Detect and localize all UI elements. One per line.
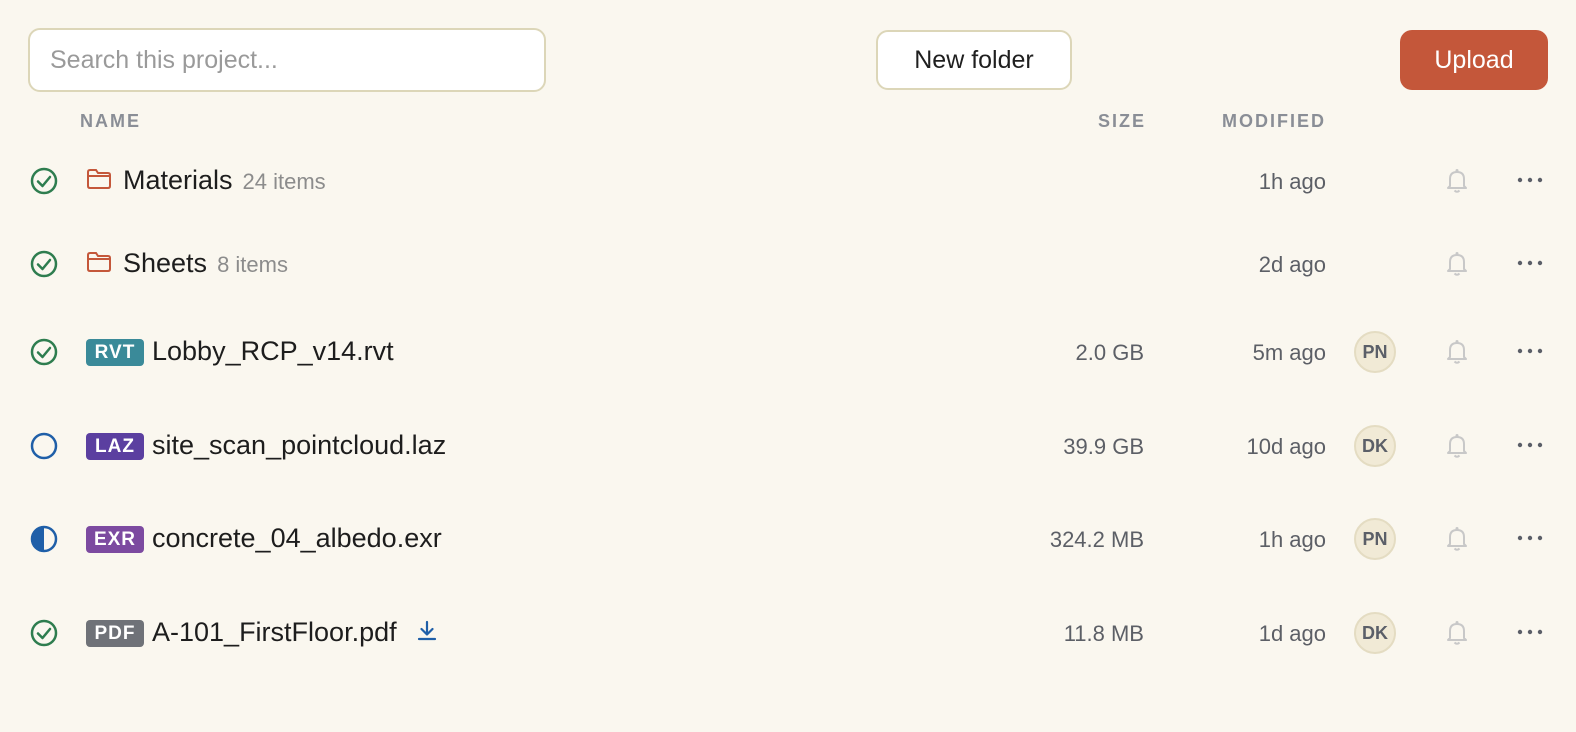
file-size: 324.2 MB xyxy=(1049,527,1144,552)
upload-button[interactable]: Upload xyxy=(1400,30,1548,90)
bell-icon[interactable] xyxy=(1444,167,1470,195)
column-header-modified[interactable]: MODIFIED xyxy=(1222,111,1326,132)
file-name[interactable]: Sheets xyxy=(123,248,207,278)
file-size: 39.9 GB xyxy=(1063,434,1144,459)
folder-icon xyxy=(87,169,111,189)
avatar[interactable]: DK xyxy=(1354,612,1396,654)
search-input[interactable] xyxy=(28,28,546,92)
file-type-badge: RVT xyxy=(86,339,144,366)
item-count: 24 items xyxy=(242,169,326,194)
list-item[interactable]: PDF A-101_FirstFloor.pdf 11.8 MB 1d ago … xyxy=(0,603,1576,663)
more-options-icon[interactable] xyxy=(1516,533,1544,543)
more-options-icon[interactable] xyxy=(1516,627,1544,637)
file-size: 11.8 MB xyxy=(1063,621,1144,646)
folder-icon xyxy=(87,252,111,272)
more-options-icon[interactable] xyxy=(1516,440,1544,450)
list-item[interactable]: Materials 24 items 1h ago xyxy=(0,151,1576,211)
bell-icon[interactable] xyxy=(1444,525,1470,553)
modified-time: 1h ago xyxy=(1258,527,1326,552)
modified-time: 2d ago xyxy=(1258,252,1326,277)
avatar[interactable]: PN xyxy=(1354,518,1396,560)
not-synced-icon xyxy=(30,432,58,460)
synced-icon xyxy=(30,619,58,647)
list-item[interactable]: RVT Lobby_RCP_v14.rvt 2.0 GB 5m ago PN xyxy=(0,322,1576,382)
file-name[interactable]: site_scan_pointcloud.laz xyxy=(152,430,446,460)
item-count: 8 items xyxy=(217,252,288,277)
bell-icon[interactable] xyxy=(1444,250,1470,278)
file-name[interactable]: Lobby_RCP_v14.rvt xyxy=(152,336,394,366)
new-folder-button[interactable]: New folder xyxy=(876,30,1072,90)
file-name[interactable]: A-101_FirstFloor.pdf xyxy=(152,617,397,647)
list-item[interactable]: Sheets 8 items 2d ago xyxy=(0,234,1576,294)
file-name[interactable]: concrete_04_albedo.exr xyxy=(152,523,442,553)
column-header-name[interactable]: NAME xyxy=(80,111,141,132)
partial-sync-icon xyxy=(30,525,58,553)
synced-icon xyxy=(30,250,58,278)
bell-icon[interactable] xyxy=(1444,338,1470,366)
download-icon[interactable] xyxy=(416,619,438,643)
list-item[interactable]: LAZ site_scan_pointcloud.laz 39.9 GB 10d… xyxy=(0,416,1576,476)
modified-time: 1d ago xyxy=(1258,621,1326,646)
file-type-badge: EXR xyxy=(86,526,144,553)
modified-time: 5m ago xyxy=(1252,340,1326,365)
more-options-icon[interactable] xyxy=(1516,258,1544,268)
more-options-icon[interactable] xyxy=(1516,175,1544,185)
file-size: 2.0 GB xyxy=(1075,340,1144,365)
synced-icon xyxy=(30,167,58,195)
avatar[interactable]: PN xyxy=(1354,331,1396,373)
modified-time: 1h ago xyxy=(1258,169,1326,194)
file-type-badge: LAZ xyxy=(86,433,144,460)
bell-icon[interactable] xyxy=(1444,432,1470,460)
list-item[interactable]: EXR concrete_04_albedo.exr 324.2 MB 1h a… xyxy=(0,509,1576,569)
column-header-size[interactable]: SIZE xyxy=(1098,111,1146,132)
file-name[interactable]: Materials xyxy=(123,165,233,195)
file-type-badge: PDF xyxy=(86,620,144,647)
synced-icon xyxy=(30,338,58,366)
more-options-icon[interactable] xyxy=(1516,346,1544,356)
bell-icon[interactable] xyxy=(1444,619,1470,647)
avatar[interactable]: DK xyxy=(1354,425,1396,467)
modified-time: 10d ago xyxy=(1246,434,1326,459)
